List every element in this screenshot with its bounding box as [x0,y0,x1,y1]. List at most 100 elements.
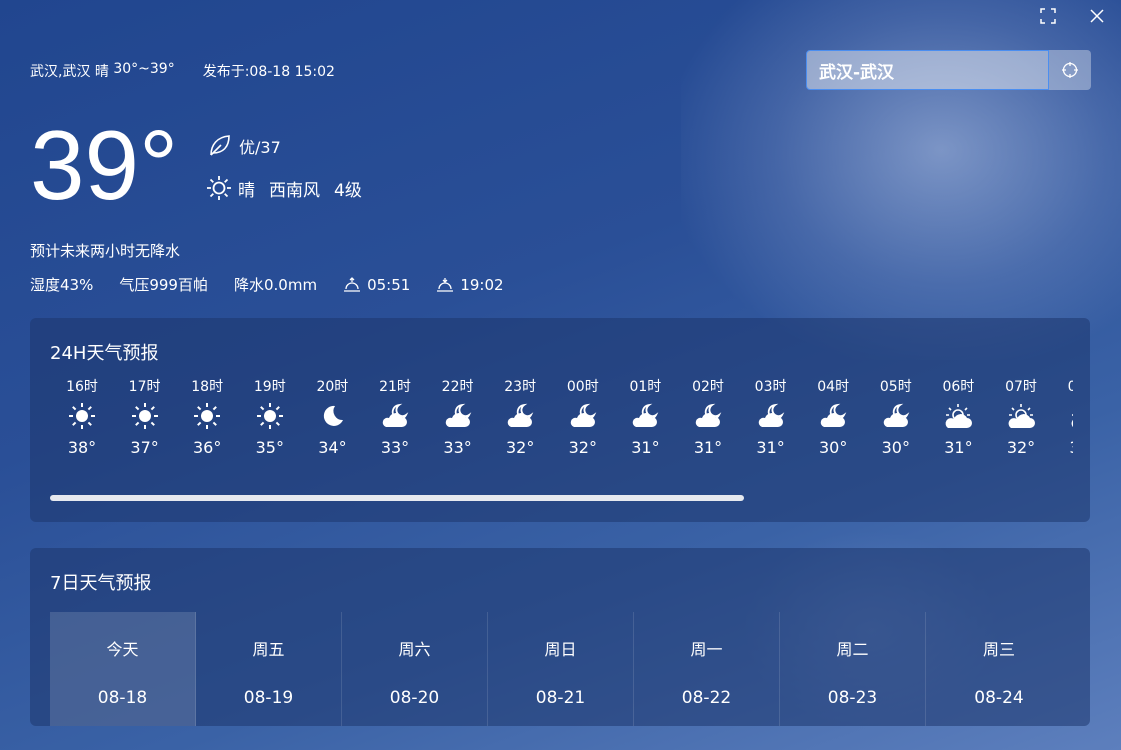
hour-time: 01时 [629,379,662,395]
hourly-item: 01时 31° [623,376,667,457]
close-button[interactable] [1083,4,1111,28]
day-name: 今天 [106,640,139,659]
pressure: 气压999百帕 [119,276,208,294]
hour-time: 06时 [942,379,975,395]
wind-level: 4级 [334,180,362,201]
hour-time: 16时 [66,379,98,395]
sunset-time: 19:02 [460,275,504,294]
day-date: 08-18 [97,688,148,708]
hour-temp: 36° [193,438,222,457]
daily-forecast-list: 今天 08-18 周五 08-19 周六 08-20 周日 08-21 周一 08-22 周二 08-… [50,612,1090,726]
sunset-icon [437,277,454,292]
day-date: 08-19 [243,688,294,708]
condition-text: 晴 [238,180,255,201]
hour-temp: 37° [130,438,159,457]
day-item[interactable]: 周三 08-24 [926,612,1072,726]
day-name: 周六 [398,640,431,659]
moon-icon [310,398,354,434]
hour-time: 02时 [692,379,724,395]
hourly-item: 18时 36° [185,376,229,457]
hour-temp: 31° [631,438,660,457]
sunrise-time: 05:51 [367,275,411,294]
hourly-item: 02时 31° [686,376,730,457]
sun-icon [248,398,292,434]
day-date: 08-23 [827,688,878,708]
hour-temp: 30° [819,438,848,457]
hourly-item: 20时 34° [310,376,354,457]
hour-time: 03时 [754,379,787,395]
wind-direction: 西南风 [269,180,320,201]
hour-temp: 33° [443,438,472,457]
summary-temp-range: 30°~39° [113,61,175,77]
weather-details: 湿度43% 气压999百帕 降水0.0mm 05:51 19:02 [30,274,530,295]
publish-time: 发布于:08-18 15:02 [202,64,335,80]
hourly-item: 06时 31° [936,376,980,457]
hour-temp: 30° [881,438,910,457]
hour-time: 17时 [128,379,161,395]
hour-time: 22时 [441,379,474,395]
hour-temp: 31° [693,438,723,457]
air-quality: 优/37 [207,133,281,159]
hourly-item: 04时 30° [811,376,855,457]
day-name: 周二 [836,640,869,659]
day-name: 周三 [982,640,1015,659]
sun-cloud-icon [1062,398,1073,434]
sun-cloud-icon [999,398,1043,434]
hourly-scrollbar[interactable] [50,495,744,501]
hourly-item: 17时 37° [123,376,167,457]
hourly-forecast-list[interactable]: 16时 38° 17时 37° 18时 36° 19时 35° 20时 34° 21时 33° 22时 3… [60,376,1073,476]
hour-temp: 32° [506,438,535,457]
sun-icon [185,398,229,434]
sunrise-icon [344,276,361,292]
weather-summary: 武汉,武汉 晴 30°~39° 发布于:08-18 15:02 [30,61,335,81]
moon-cloud-icon [623,398,667,434]
day-name: 周一 [690,640,723,659]
hourly-item: 16时 38° [60,376,104,457]
hourly-forecast-title: 24H天气预报 [50,343,159,364]
moon-cloud-icon [749,398,793,434]
maximize-icon [1040,8,1056,24]
crosshair-icon [1062,62,1078,78]
hourly-item: 03时 31° [749,376,793,457]
hour-temp: 35° [255,438,284,457]
summary-condition: 晴 [94,64,109,80]
hourly-item: 00时 32° [561,376,605,457]
day-item[interactable]: 周二 08-23 [780,612,926,726]
day-item[interactable]: 周五 08-19 [196,612,342,726]
hourly-item: 08时 33° [1062,376,1073,457]
hour-temp: 32° [568,438,597,457]
hour-time: 07时 [1005,379,1037,395]
hour-time: 19时 [253,379,286,395]
moon-cloud-icon [874,398,918,434]
hour-temp: 32° [1006,438,1036,457]
day-name: 周日 [544,640,577,659]
sun-icon [60,398,104,434]
hour-time: 21时 [379,379,411,395]
day-date: 08-20 [389,688,440,708]
day-item[interactable]: 周一 08-22 [634,612,780,726]
moon-cloud-icon [811,398,855,434]
day-item[interactable]: 周六 08-20 [342,612,488,726]
moon-cloud-icon [686,398,730,434]
hour-temp: 31° [756,438,785,457]
hourly-item: 23时 32° [498,376,542,457]
hour-time: 05时 [879,379,912,395]
sun-cloud-icon [936,398,980,434]
hour-temp: 33° [380,438,410,457]
hour-time: 08时 [1067,379,1073,395]
hourly-item: 21时 33° [373,376,417,457]
current-temperature: 39° [30,110,179,220]
day-date: 08-22 [681,688,732,708]
hour-temp: 38° [67,438,97,457]
hourly-item: 22时 33° [436,376,480,457]
precipitation: 降水0.0mm [233,276,318,294]
maximize-button[interactable] [1034,4,1062,28]
city-search-input[interactable] [806,50,1049,90]
hour-time: 00时 [566,379,599,395]
daily-forecast-panel: 7日天气预报 今天 08-18 周五 08-19 周六 08-20 周日 08-21 周一 08-… [30,548,1090,726]
location-label: 武汉,武汉 [30,64,91,80]
locate-button[interactable] [1049,50,1091,90]
hour-temp: 31° [944,438,973,457]
day-item[interactable]: 今天 08-18 [50,612,196,726]
day-item[interactable]: 周日 08-21 [488,612,634,726]
